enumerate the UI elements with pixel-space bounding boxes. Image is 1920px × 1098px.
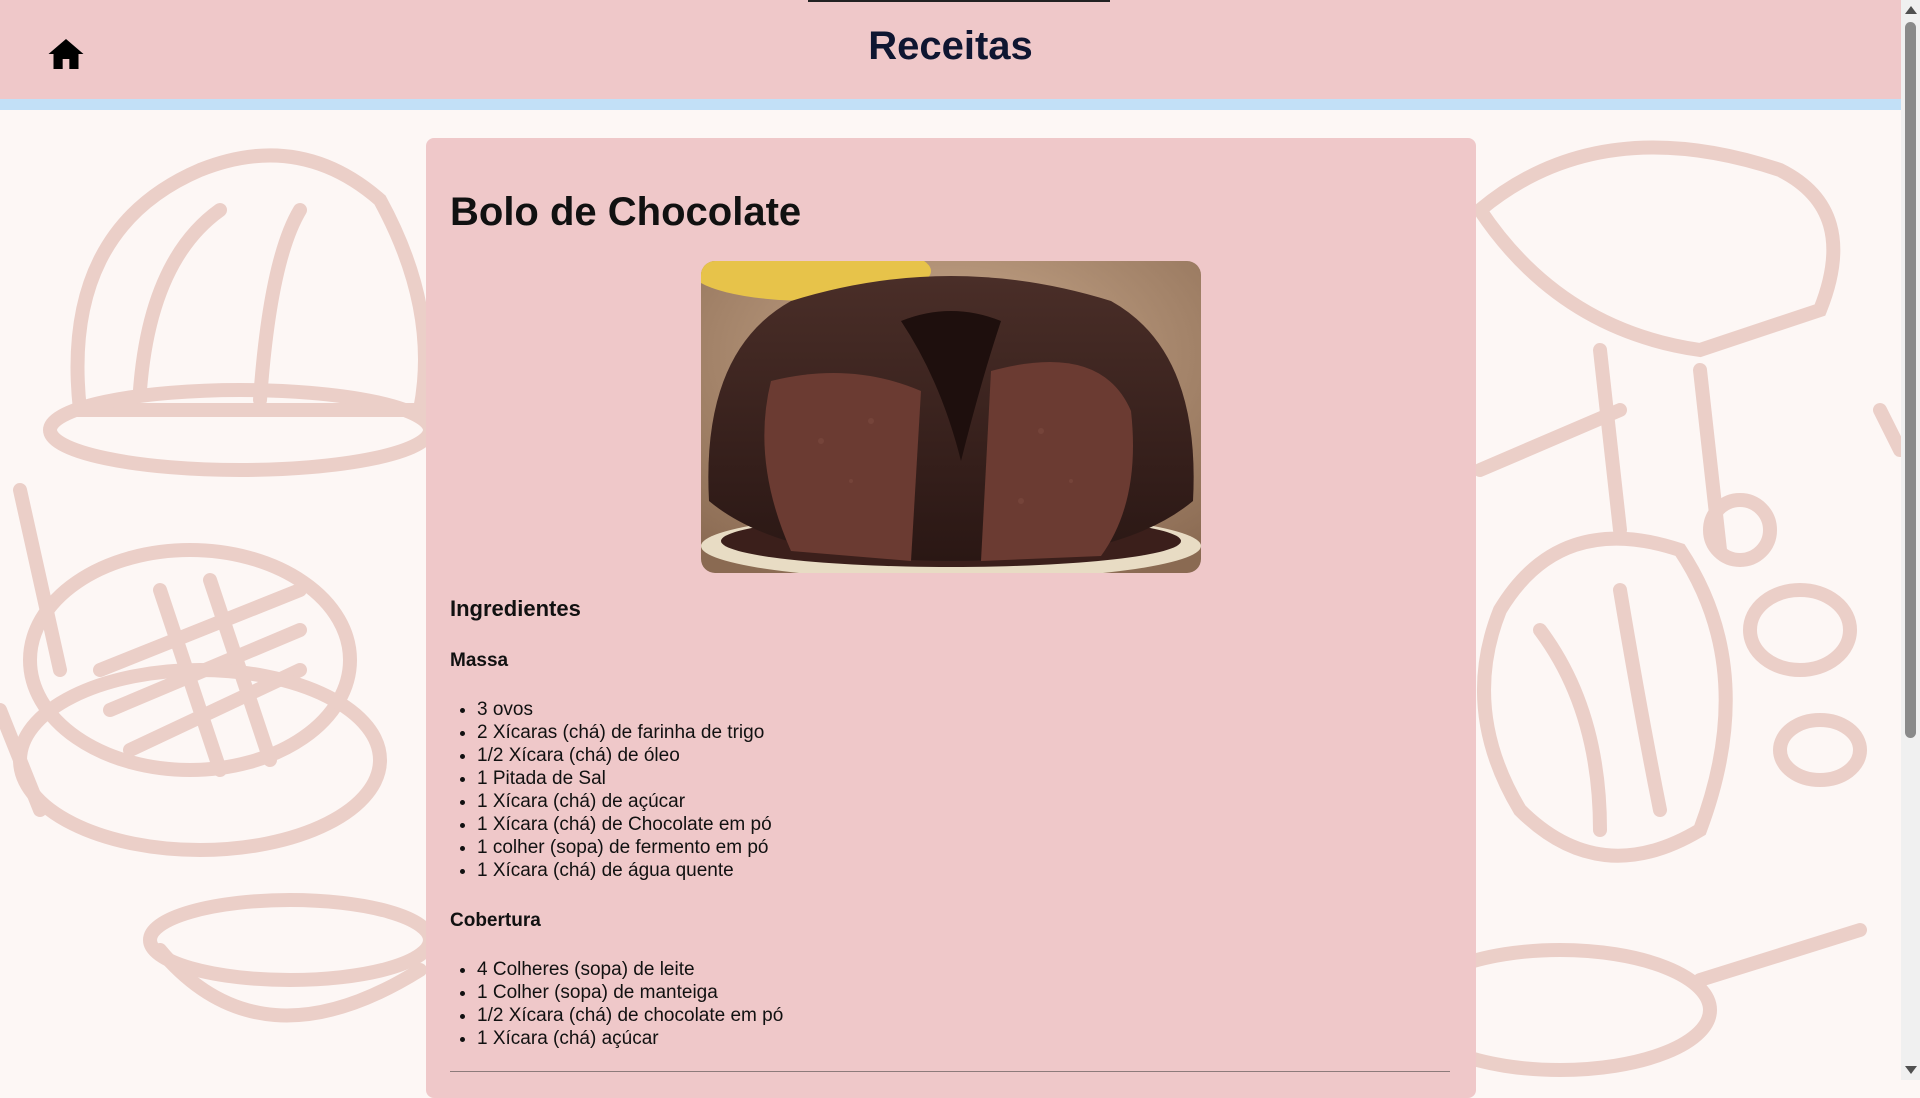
list-item: 4 Colheres (sopa) de leite (477, 958, 783, 981)
list-item: 1/2 Xícara (chá) de chocolate em pó (477, 1004, 783, 1027)
list-item: 3 ovos (477, 698, 772, 721)
massa-ingredient-list: 3 ovos 2 Xícaras (chá) de farinha de tri… (450, 698, 772, 882)
scroll-thumb[interactable] (1905, 22, 1916, 738)
site-title: Receitas (868, 24, 1033, 68)
section-heading-cobertura: Cobertura (450, 910, 541, 931)
list-item: 1 Xícara (chá) açúcar (477, 1027, 783, 1050)
ingredients-heading: Ingredientes (450, 596, 581, 621)
page-scrollbar[interactable] (1901, 0, 1920, 1080)
recipe-title: Bolo de Chocolate (450, 190, 802, 234)
list-item: 1 Xícara (chá) de açúcar (477, 790, 772, 813)
divider (450, 1071, 1450, 1072)
scroll-up-arrow-icon[interactable] (1905, 6, 1917, 14)
list-item: 1 Xícara (chá) de água quente (477, 859, 772, 882)
list-item: 1 Pitada de Sal (477, 767, 772, 790)
list-item: 1 Xícara (chá) de Chocolate em pó (477, 813, 772, 836)
recipe-card: Bolo de Chocolate Ingredientes Massa • 3… (426, 138, 1476, 1098)
tab-indicator-line (808, 0, 1110, 2)
list-item: 1 Colher (sopa) de manteiga (477, 981, 783, 1004)
site-header: Receitas (0, 0, 1901, 110)
section-heading-massa: Massa (450, 650, 509, 671)
cobertura-ingredient-list: 4 Colheres (sopa) de leite 1 Colher (sop… (450, 958, 783, 1050)
list-item: 2 Xícaras (chá) de farinha de trigo (477, 721, 772, 744)
list-item: 1 colher (sopa) de fermento em pó (477, 836, 772, 859)
recipe-photo (701, 261, 1201, 573)
list-item: 1/2 Xícara (chá) de óleo (477, 744, 772, 767)
scroll-down-arrow-icon[interactable] (1905, 1066, 1917, 1074)
